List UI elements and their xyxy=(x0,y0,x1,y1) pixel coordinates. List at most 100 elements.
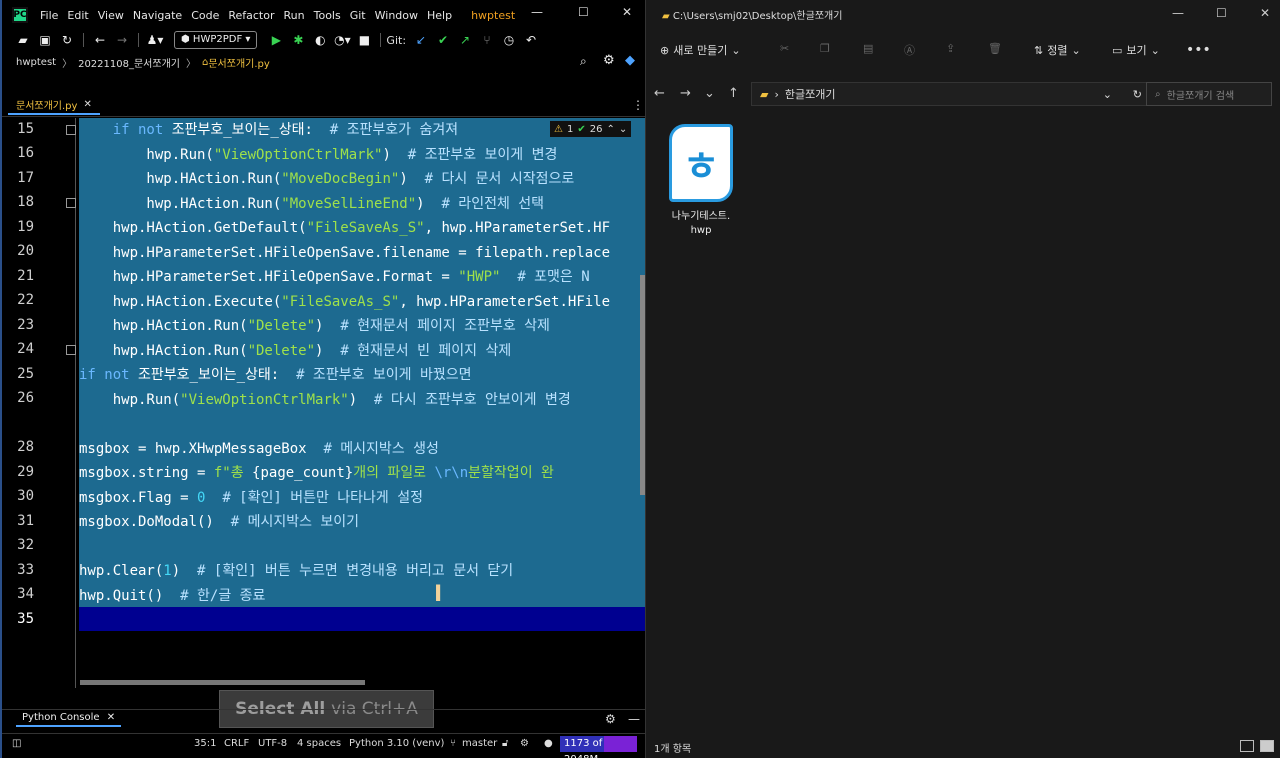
open-folder-icon[interactable]: ▰ xyxy=(12,33,34,47)
forward-icon[interactable]: → xyxy=(111,33,133,47)
fold-marker-icon[interactable] xyxy=(66,345,76,355)
menu-navigate[interactable]: Navigate xyxy=(133,9,182,22)
code-token: msgbox = hwp.XHwpMessageBox xyxy=(79,440,324,457)
minimize-panel-icon[interactable]: — xyxy=(628,712,640,726)
plugin-icon[interactable]: ◆ xyxy=(625,53,635,68)
paste-icon[interactable]: ▤ xyxy=(863,42,873,55)
more-icon[interactable]: ••• xyxy=(1186,42,1211,58)
menu-run[interactable]: Run xyxy=(284,9,305,22)
search-icon[interactable]: ⌕ xyxy=(580,54,587,69)
inspection-widget[interactable]: ⚠ 1 ✔ 26 ⌃ ⌄ xyxy=(550,121,632,137)
code-token: 조판부호_보이는_상태: xyxy=(129,367,297,383)
chevron-down-icon[interactable]: ⌄ xyxy=(619,124,627,135)
line-separator[interactable]: CRLF xyxy=(224,738,249,749)
refresh-icon[interactable]: ↻ xyxy=(1133,88,1142,101)
close-tab-icon[interactable]: ✕ xyxy=(83,99,91,110)
menu-git[interactable]: Git xyxy=(350,9,366,22)
fold-marker-icon[interactable] xyxy=(66,125,76,135)
python-interpreter[interactable]: Python 3.10 (venv) xyxy=(349,738,444,749)
git-branch-icon[interactable]: ⑂ xyxy=(476,33,498,47)
git-branch[interactable]: master xyxy=(462,738,497,749)
code-token: 1 xyxy=(163,563,172,579)
breadcrumb-file[interactable]: 문서쪼개기.py xyxy=(208,55,269,70)
minimize-icon[interactable]: — xyxy=(531,5,543,19)
cut-icon[interactable]: ✂ xyxy=(780,42,789,55)
code-token: 개의 파일로 xyxy=(353,465,435,481)
copy-icon[interactable]: ❐ xyxy=(820,42,830,55)
view-button[interactable]: ▭ 보기 ⌄ xyxy=(1112,42,1160,58)
file-encoding[interactable]: UTF-8 xyxy=(258,738,287,749)
new-button[interactable]: ⊕ 새로 만들기 ⌄ xyxy=(660,42,741,58)
up-icon[interactable]: ↑ xyxy=(728,86,739,101)
gear-icon[interactable]: ⚙ xyxy=(605,712,616,726)
back-icon[interactable]: ← xyxy=(654,86,665,101)
menu-view[interactable]: View xyxy=(98,9,124,22)
git-update-icon[interactable]: ↙ xyxy=(410,33,432,47)
memory-text: 1173 of 2048M xyxy=(564,738,603,758)
share-icon[interactable]: ⇪ xyxy=(946,42,955,55)
notifications-icon[interactable]: ● xyxy=(544,738,553,749)
history-icon[interactable]: ◷ xyxy=(498,33,520,47)
line-number: 22 xyxy=(17,292,34,308)
chevron-up-icon[interactable]: ⌃ xyxy=(606,124,614,135)
close-icon[interactable]: ✕ xyxy=(622,5,632,19)
breadcrumb-folder[interactable]: 20221108_문서쪼개기 xyxy=(78,55,180,70)
lock-icon[interactable]: 🔓︎ xyxy=(502,738,508,749)
save-icon[interactable]: ▣ xyxy=(34,33,56,47)
menu-file[interactable]: File xyxy=(40,9,58,22)
indent-setting[interactable]: 4 spaces xyxy=(297,738,341,749)
memory-indicator[interactable]: 1173 of 2048M xyxy=(560,736,637,758)
sort-button[interactable]: ⇅ 정렬 ⌄ xyxy=(1034,42,1081,58)
menu-edit[interactable]: Edit xyxy=(67,9,88,22)
close-icon[interactable]: ✕ xyxy=(1260,6,1270,20)
fold-marker-icon[interactable] xyxy=(66,198,76,208)
coverage-icon[interactable]: ◐ xyxy=(309,33,331,47)
menu-help[interactable]: Help xyxy=(427,9,452,22)
code-line: msgbox = hwp.XHwpMessageBox # 메시지박스 생성 xyxy=(79,437,439,461)
file-item[interactable]: ㅎ 나누기테스트. hwp xyxy=(666,124,736,238)
forward-icon[interactable]: → xyxy=(680,86,691,101)
menu-refactor[interactable]: Refactor xyxy=(228,9,274,22)
chevron-down-icon: ⌄ xyxy=(1150,43,1160,57)
plus-icon: ⊕ xyxy=(660,43,670,57)
rollback-icon[interactable]: ↶ xyxy=(520,33,542,47)
git-push-icon[interactable]: ↗ xyxy=(454,33,476,47)
code-editor[interactable]: if not 조판부호_보이는_상태: # 조판부호가 숨겨져 hwp.Run(… xyxy=(79,118,645,688)
close-console-icon[interactable]: ✕ xyxy=(107,712,115,723)
tool-windows-icon[interactable]: ◫ xyxy=(12,738,21,749)
delete-icon[interactable]: 🗑︎ xyxy=(988,42,1002,55)
caret-position[interactable]: 35:1 xyxy=(194,738,216,749)
stop-icon[interactable]: ■ xyxy=(353,33,375,47)
rename-icon[interactable]: Ⓐ xyxy=(904,42,915,58)
settings-status-icon[interactable]: ⚙ xyxy=(520,738,529,749)
profile-icon[interactable]: ◔▾ xyxy=(331,33,353,47)
maximize-icon[interactable]: ☐ xyxy=(578,5,589,19)
horizontal-scrollbar[interactable] xyxy=(80,680,365,685)
maximize-icon[interactable]: ☐ xyxy=(1216,6,1227,20)
tab-current-file[interactable]: 문서쪼개기.py ✕ xyxy=(8,95,100,115)
code-token: 조판부호_보이는_상태: xyxy=(163,122,330,138)
more-vertical-icon[interactable]: ⋮ xyxy=(632,98,644,112)
tiles-view-icon[interactable] xyxy=(1260,740,1274,752)
address-bar[interactable]: ▰ › 한글쪼개기 ⌄ ↻ xyxy=(751,82,1151,106)
menu-code[interactable]: Code xyxy=(191,9,219,22)
code-line: hwp.Run("ViewOptionCtrlMark") # 조판부호 보이게… xyxy=(79,143,557,167)
details-view-icon[interactable] xyxy=(1240,740,1254,752)
run-icon[interactable]: ▶ xyxy=(265,33,287,47)
tab-python-console[interactable]: Python Console ✕ xyxy=(16,712,122,727)
debug-icon[interactable]: ✱ xyxy=(287,33,309,47)
search-input[interactable]: ⌕ 한글쪼개기 검색 xyxy=(1146,82,1272,106)
menu-tools[interactable]: Tools xyxy=(314,9,341,22)
breadcrumb-project[interactable]: hwptest xyxy=(16,57,56,68)
menu-window[interactable]: Window xyxy=(375,9,418,22)
back-icon[interactable]: ← xyxy=(89,33,111,47)
sync-icon[interactable]: ↻ xyxy=(56,33,78,47)
minimize-icon[interactable]: — xyxy=(1172,6,1184,20)
run-config-select[interactable]: ⬢ HWP2PDF ▾ xyxy=(174,31,258,49)
gear-icon[interactable]: ⚙ xyxy=(603,53,615,68)
chevron-down-icon[interactable]: ⌄ xyxy=(704,86,715,101)
chevron-down-icon[interactable]: ⌄ xyxy=(1103,88,1112,101)
user-icon[interactable]: ♟▾ xyxy=(144,33,166,47)
git-commit-icon[interactable]: ✔ xyxy=(432,33,454,47)
